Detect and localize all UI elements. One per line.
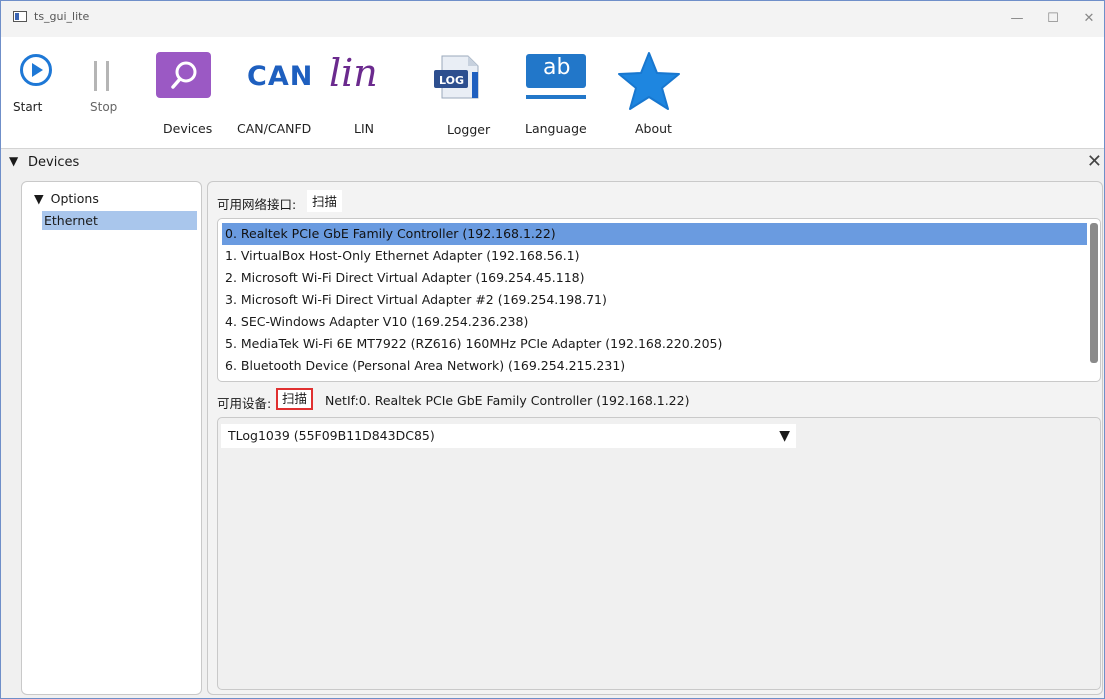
dropdown-arrow-icon: ▼ — [779, 428, 790, 444]
log-icon-text: LOG — [439, 74, 464, 87]
tree-item-ethernet[interactable]: Ethernet — [42, 211, 197, 230]
tree-node-options[interactable]: ▼ Options — [34, 191, 99, 206]
can-canfd-label: CAN/CANFD — [237, 121, 312, 136]
lin-label: LIN — [354, 121, 375, 136]
list-item[interactable]: 1. VirtualBox Host-Only Ethernet Adapter… — [222, 245, 580, 267]
minimize-button[interactable]: — — [1000, 7, 1034, 31]
play-icon — [20, 54, 52, 86]
start-button[interactable]: Start — [11, 49, 63, 119]
device-select-value: TLog1039 (55F09B11D843DC85) — [228, 428, 435, 443]
stop-button[interactable]: Stop — [80, 49, 124, 119]
devices-label: Devices — [163, 121, 213, 136]
interface-list[interactable]: 0. Realtek PCIe GbE Family Controller (1… — [217, 218, 1101, 382]
maximize-button[interactable]: ☐ — [1036, 7, 1070, 31]
close-window-button[interactable]: ✕ — [1072, 7, 1104, 31]
logger-label: Logger — [447, 122, 491, 137]
list-item[interactable]: 3. Microsoft Wi-Fi Direct Virtual Adapte… — [222, 289, 607, 311]
scan-devices-button[interactable]: 扫描 — [276, 388, 314, 410]
stop-label: Stop — [90, 100, 118, 114]
ethernet-panel: 可用网络接口: 扫描 0. Realtek PCIe GbE Family Co… — [207, 181, 1103, 695]
devices-section-header[interactable]: ▼ Devices ✕ — [1, 151, 1104, 175]
section-title: Devices — [28, 155, 80, 170]
about-button[interactable]: About — [617, 51, 687, 137]
options-tree: ▼ Options Ethernet — [21, 181, 202, 695]
language-icon-text: ab — [543, 55, 571, 80]
language-button[interactable]: ab Language — [517, 51, 597, 137]
list-item[interactable]: 5. MediaTek Wi-Fi 6E MT7922 (RZ616) 160M… — [222, 333, 722, 355]
window-title: ts_gui_lite — [34, 10, 90, 23]
device-panel: TLog1039 (55F09B11D843DC85) ▼ — [217, 417, 1101, 690]
interfaces-label: 可用网络接口: — [217, 197, 297, 212]
netif-text: NetIf:0. Realtek PCIe GbE Family Control… — [325, 393, 690, 408]
title-bar: ts_gui_lite — ☐ ✕ — [1, 1, 1104, 37]
expand-triangle-icon: ▼ — [34, 191, 44, 206]
list-item[interactable]: 4. SEC-Windows Adapter V10 (169.254.236.… — [222, 311, 528, 333]
language-label: Language — [525, 121, 587, 136]
devices-label-row: 可用设备: — [217, 396, 272, 411]
start-label: Start — [13, 100, 43, 114]
list-item[interactable]: 2. Microsoft Wi-Fi Direct Virtual Adapte… — [222, 267, 585, 289]
list-scrollbar[interactable] — [1090, 223, 1098, 363]
app-icon — [13, 11, 27, 22]
scan-interfaces-button[interactable]: 扫描 — [307, 190, 343, 212]
can-icon: CAN — [247, 61, 314, 92]
device-select[interactable]: TLog1039 (55F09B11D843DC85) ▼ — [221, 424, 796, 448]
star-icon — [618, 52, 680, 110]
close-section-icon[interactable]: ✕ — [1087, 151, 1102, 172]
about-label: About — [635, 121, 672, 136]
language-underline — [526, 95, 586, 99]
logger-button[interactable]: LOG Logger — [425, 51, 505, 137]
lin-icon: lin — [329, 51, 378, 95]
list-item[interactable]: 0. Realtek PCIe GbE Family Controller (1… — [222, 223, 1087, 245]
main-window: ts_gui_lite — ☐ ✕ Start Stop Devices CAN… — [0, 0, 1105, 699]
devices-button[interactable]: Devices — [156, 51, 216, 137]
options-label: Options — [50, 191, 99, 206]
lin-button[interactable]: lin LIN — [326, 51, 406, 137]
collapse-triangle-icon[interactable]: ▼ — [9, 154, 18, 168]
search-icon — [156, 52, 211, 98]
toolbar: Start Stop Devices CAN CAN/CANFD lin LIN… — [1, 37, 1104, 149]
pause-icon — [94, 61, 109, 91]
list-item[interactable]: 6. Bluetooth Device (Personal Area Netwo… — [222, 355, 625, 377]
can-canfd-button[interactable]: CAN CAN/CANFD — [237, 51, 317, 137]
